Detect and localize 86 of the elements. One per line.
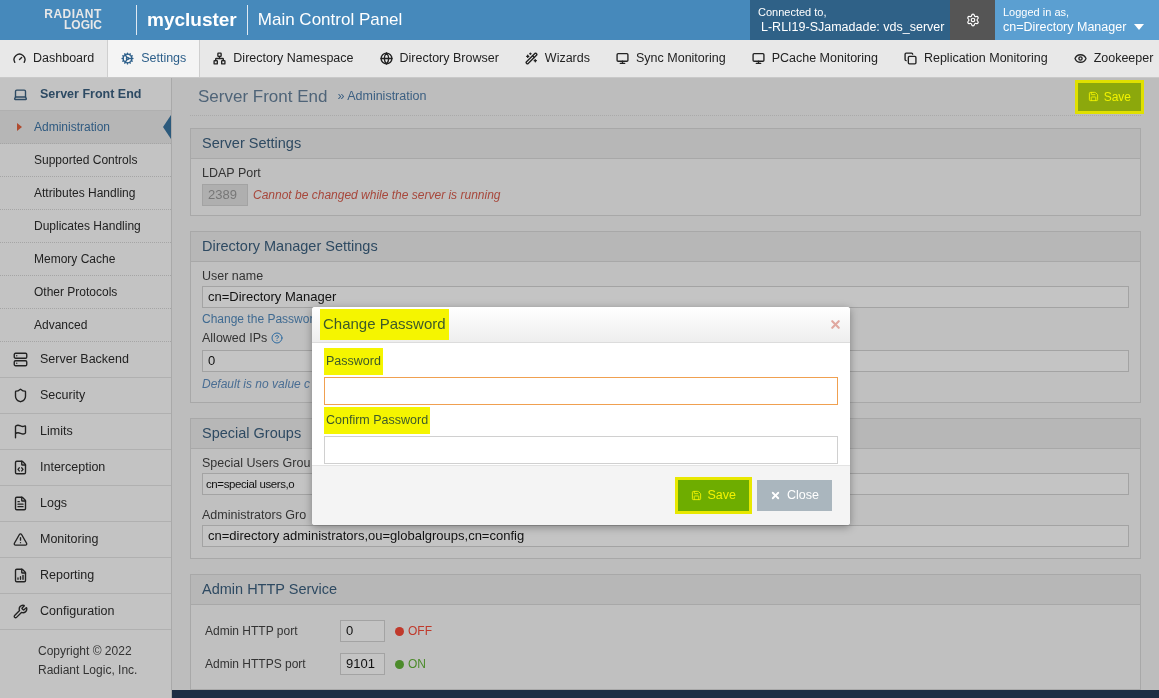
breadcrumb-link[interactable]: » Administration <box>337 87 427 106</box>
panel-title: Special Groups <box>202 423 302 443</box>
server-name: L-RLI19-SJamadade: vds_server <box>761 18 945 35</box>
hint-text: Default is no value c <box>202 375 311 393</box>
caret-icon <box>1134 23 1145 30</box>
sidebar-item[interactable]: Server Backend <box>0 342 171 378</box>
gauge-icon <box>13 52 26 65</box>
nav-tab[interactable]: PCache Monitoring <box>738 40 891 77</box>
active-notch-icon <box>163 115 171 139</box>
password-field[interactable] <box>324 435 838 464</box>
field-label: Password <box>324 348 383 375</box>
monitor-icon <box>751 52 765 65</box>
field-label: LDAP Port <box>202 165 262 181</box>
close-icon <box>770 490 782 501</box>
administrators-field[interactable]: cn=directory administrators,ou=globalgroups,cn=config <box>202 525 1129 547</box>
report-icon <box>13 568 28 583</box>
sidebar-item[interactable]: Security <box>0 378 171 414</box>
save-icon <box>1087 91 1099 102</box>
globe-icon <box>379 52 393 65</box>
save-icon <box>690 490 702 501</box>
field-label: Confirm Password <box>324 406 431 434</box>
copyright-text: Radiant Logic, Inc. <box>38 662 138 679</box>
sidebar-item[interactable]: Limits <box>0 414 171 450</box>
field-label: User name <box>202 268 265 284</box>
warning-icon <box>13 532 28 547</box>
panel-title: Server Settings <box>202 133 302 153</box>
nav-tab[interactable]: Dashboard <box>0 40 108 77</box>
hierarchy-icon <box>213 52 227 65</box>
monitor-icon <box>616 52 629 65</box>
warning-note: Cannot be changed while the server is running <box>253 187 501 204</box>
sidebar-subitem[interactable]: Administration <box>0 111 171 144</box>
close-icon <box>829 318 842 331</box>
document-icon <box>13 496 28 511</box>
field-label: Special Users Grou <box>202 455 312 471</box>
laptop-icon <box>13 86 28 102</box>
nav-tab[interactable]: Wizards <box>511 40 603 77</box>
password-field[interactable] <box>324 376 838 405</box>
sidebar-subitem[interactable]: Duplicates Handling <box>0 210 171 243</box>
nav-tab[interactable]: Zookeeper <box>1060 40 1159 77</box>
page-title: Server Front End <box>198 85 328 108</box>
settings-button[interactable] <box>950 0 995 40</box>
port-label: Admin HTTPS port <box>204 656 307 673</box>
port-field[interactable]: 9101 <box>340 653 385 675</box>
app-title: Main Control Panel <box>257 9 403 32</box>
nav-tab[interactable]: Settings <box>107 40 201 77</box>
dialog-title: Change Password <box>320 309 449 340</box>
user-name-field[interactable]: cn=Directory Manager <box>202 286 1129 308</box>
wrench-icon <box>13 604 28 619</box>
cluster-name: mycluster <box>147 7 237 32</box>
sidebar-subitem[interactable]: Other Protocols <box>0 276 171 309</box>
port-label: Admin HTTP port <box>204 623 299 640</box>
sidebar-item[interactable]: Reporting <box>0 558 171 594</box>
panel-title: Directory Manager Settings <box>202 236 378 256</box>
nav-tab[interactable]: Directory Browser <box>366 40 512 77</box>
sidebar-item[interactable]: Configuration <box>0 594 171 630</box>
code-file-icon <box>13 460 28 475</box>
nav-tab[interactable]: Sync Monitoring <box>603 40 739 77</box>
copy-icon <box>903 52 917 65</box>
sidebar-subitem[interactable]: Memory Cache <box>0 243 171 276</box>
magic-wand-icon <box>524 52 538 65</box>
help-icon <box>271 332 284 345</box>
nav-tab[interactable]: Replication Monitoring <box>890 40 1061 77</box>
eye-icon <box>1073 52 1087 65</box>
status-text: OFF <box>408 623 432 640</box>
field-label: Administrators Gro <box>202 507 308 523</box>
nav-tab[interactable]: Directory Namespace <box>200 40 367 77</box>
close-button[interactable] <box>829 318 842 331</box>
copyright-text: Copyright © 2022 <box>38 643 132 660</box>
settings-icon <box>965 13 980 27</box>
flag-icon <box>13 424 28 439</box>
server-icon <box>13 352 28 367</box>
sidebar-item[interactable]: Logs <box>0 486 171 522</box>
port-field[interactable]: 0 <box>340 620 385 642</box>
panel-title: Admin HTTP Service <box>202 579 338 599</box>
status-text: ON <box>408 656 426 673</box>
shield-icon <box>13 388 28 403</box>
sidebar-subitem[interactable]: Attributes Handling <box>0 177 171 210</box>
field-label: Allowed IPs <box>202 330 268 347</box>
gears-icon <box>121 52 135 65</box>
sidebar-subitem[interactable]: Advanced <box>0 309 171 342</box>
selected-marker-icon <box>17 123 22 131</box>
sidebar-subitem[interactable]: Supported Controls <box>0 144 171 177</box>
connection-label: Connected to, <box>758 5 828 19</box>
sidebar-item[interactable]: Monitoring <box>0 522 171 558</box>
sidebar-item[interactable]: Interception <box>0 450 171 486</box>
logo: RADIANT LOGIC <box>43 6 103 34</box>
